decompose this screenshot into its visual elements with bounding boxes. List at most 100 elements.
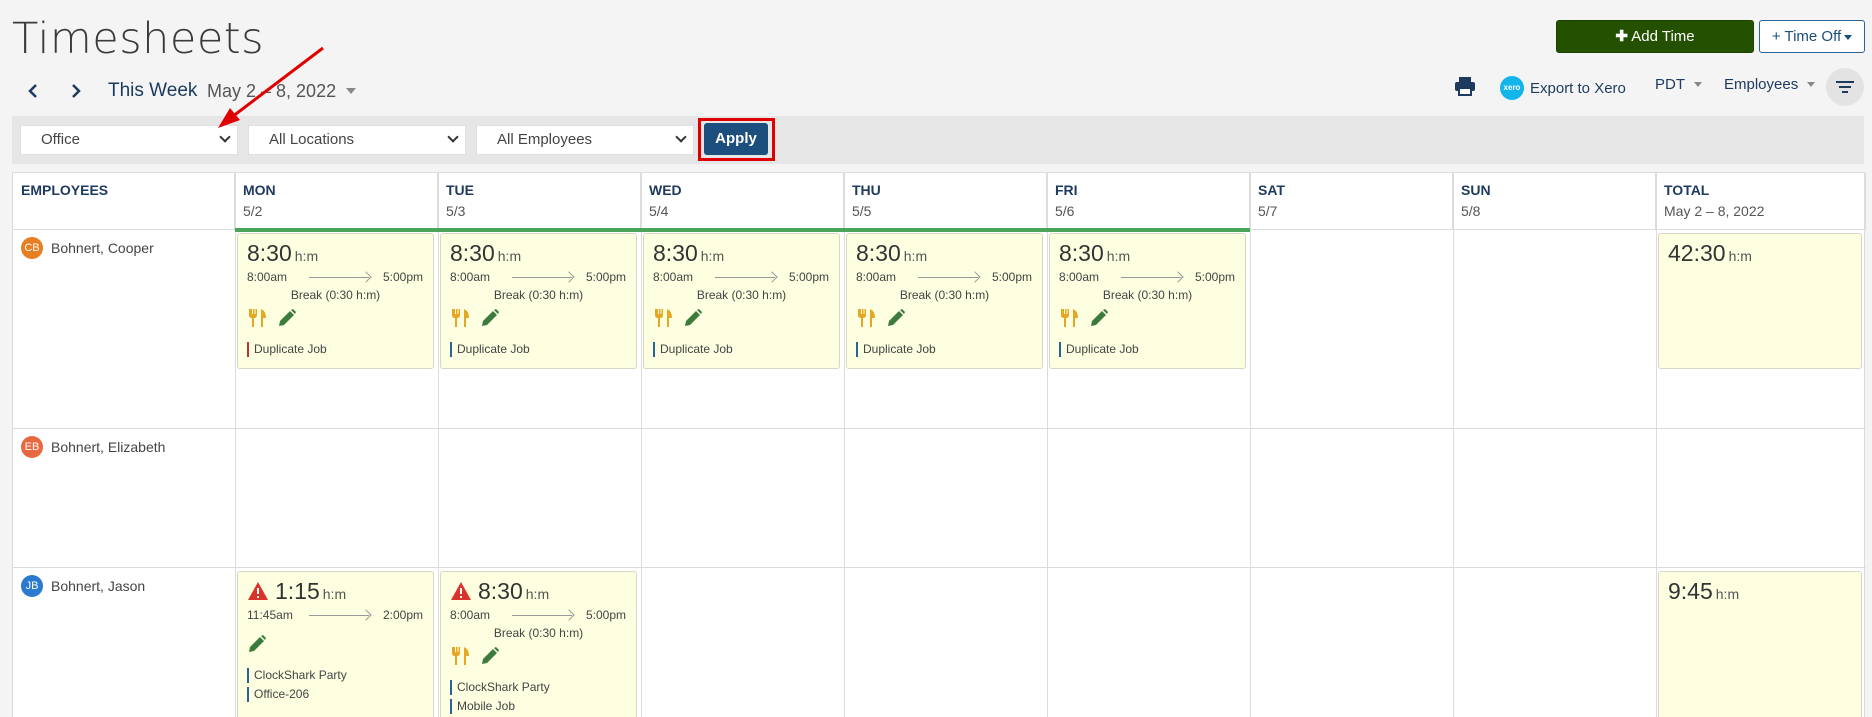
entry-actions (856, 308, 906, 328)
arrow-right-icon (309, 615, 369, 616)
employee-name[interactable]: JB Bohnert, Jason (21, 575, 145, 597)
entry-job-tag: Duplicate Job (450, 342, 530, 357)
total-hours-unit: h:m (1728, 248, 1752, 264)
edit-pencil-icon[interactable] (480, 646, 500, 666)
entry-hours: 8:30 h:m (1059, 240, 1130, 267)
entry-time-range: 8:00am 5:00pm (653, 270, 829, 284)
entry-end-time: 5:00pm (382, 270, 423, 284)
arrow-right-icon (918, 277, 978, 278)
weekday-indicator (1047, 228, 1250, 232)
caret-down-icon (1844, 34, 1853, 40)
next-week-button[interactable] (63, 78, 89, 104)
arrow-right-icon (512, 615, 572, 616)
column-day-name: SAT (1258, 182, 1285, 198)
entry-end-time: 5:00pm (788, 270, 829, 284)
edit-pencil-icon[interactable] (683, 308, 703, 328)
entry-time-range: 11:45am 2:00pm (247, 608, 423, 622)
entry-time-range: 8:00am 5:00pm (247, 270, 423, 284)
add-time-button[interactable]: ✚ Add Time (1556, 20, 1754, 53)
entry-actions (653, 308, 703, 328)
time-off-button[interactable]: + Time Off (1759, 20, 1865, 53)
prev-week-button[interactable] (20, 78, 46, 104)
timesheet-entry-card[interactable]: 8:30 h:m 8:00am 5:00pm Break (0:30 h:m) Dupli… (1049, 233, 1246, 369)
edit-pencil-icon[interactable] (480, 308, 500, 328)
employees-select[interactable]: All Employees (476, 125, 694, 155)
row-divider (13, 428, 1866, 429)
column-header-total: TOTAL May 2 – 8, 2022 (1656, 173, 1866, 229)
timezone-label: PDT (1655, 76, 1685, 93)
employees-select-value: All Employees (497, 131, 593, 148)
meal-break-icon (452, 647, 469, 665)
timesheet-entry-card[interactable]: 8:30 h:m 8:00am 5:00pm Break (0:30 h:m) Dupli… (846, 233, 1043, 369)
edit-pencil-icon[interactable] (247, 634, 267, 654)
meal-break-icon (655, 309, 672, 327)
entry-hours-value: 8:30 (653, 240, 698, 266)
total-hours-value: 9:45 (1668, 578, 1713, 604)
timesheet-entry-card[interactable]: 1:15 h:m 11:45am 2:00pm ClockShark Party Offi… (237, 571, 434, 717)
entry-hours-value: 8:30 (1059, 240, 1104, 266)
entry-actions (450, 308, 500, 328)
column-date: May 2 – 8, 2022 (1664, 203, 1765, 219)
edit-pencil-icon[interactable] (886, 308, 906, 328)
avatar: CB (21, 237, 43, 259)
employees-dropdown[interactable]: Employees (1724, 76, 1816, 93)
timesheet-entry-card[interactable]: 8:30 h:m 8:00am 5:00pm Break (0:30 h:m) Dupli… (440, 233, 637, 369)
add-time-label: Add Time (1631, 28, 1695, 45)
entry-job-tag: Office-206 (247, 687, 309, 702)
avatar: EB (21, 436, 43, 458)
entry-hours-unit: h:m (1106, 248, 1131, 264)
timesheet-entry-card[interactable]: 8:30 h:m 8:00am 5:00pm Break (0:30 h:m) Dupli… (237, 233, 434, 369)
apply-button[interactable]: Apply (704, 123, 768, 155)
entry-start-time: 11:45am (247, 608, 293, 622)
entry-time-range: 8:00am 5:00pm (450, 270, 626, 284)
column-header-mon: MON 5/2 (235, 173, 438, 229)
column-header-sun: SUN 5/8 (1453, 173, 1656, 229)
export-to-xero-button[interactable]: xero Export to Xero (1500, 76, 1626, 100)
entry-actions (247, 308, 297, 328)
chevron-down-icon (447, 131, 459, 143)
entry-hours-unit: h:m (294, 248, 319, 264)
entry-break: Break (0:30 h:m) (899, 288, 990, 302)
entry-job-tag: Duplicate Job (856, 342, 936, 357)
timesheet-entry-card[interactable]: 8:30 h:m 8:00am 5:00pm Break (0:30 h:m) Clock… (440, 571, 637, 717)
entry-start-time: 8:00am (247, 270, 288, 284)
column-divider (235, 173, 236, 717)
entry-break: Break (0:30 h:m) (1102, 288, 1193, 302)
timezone-dropdown[interactable]: PDT (1655, 76, 1702, 93)
print-icon (1455, 77, 1475, 96)
arrow-right-icon (309, 277, 369, 278)
column-date: 5/2 (243, 203, 263, 219)
employee-name[interactable]: EB Bohnert, Elizabeth (21, 436, 165, 458)
column-header-sat: SAT 5/7 (1250, 173, 1453, 229)
entry-start-time: 8:00am (450, 608, 491, 622)
group-select[interactable]: Office (20, 125, 238, 155)
entry-hours-value: 8:30 (247, 240, 292, 266)
entry-job-tag: Duplicate Job (653, 342, 733, 357)
entry-start-time: 8:00am (653, 270, 694, 284)
total-hours-unit: h:m (1715, 586, 1740, 602)
edit-pencil-icon[interactable] (1089, 308, 1109, 328)
print-button[interactable] (1454, 76, 1476, 96)
entry-end-time: 2:00pm (382, 608, 423, 622)
entry-job-tag: Duplicate Job (247, 342, 327, 357)
column-date: 5/8 (1461, 203, 1481, 219)
timesheet-grid: EMPLOYEES MON 5/2 TUE 5/3 WED 5/4 THU 5/5 FRI 5/6 S… (12, 172, 1866, 717)
weekday-indicator (844, 228, 1047, 232)
column-date: 5/5 (852, 203, 872, 219)
edit-pencil-icon[interactable] (277, 308, 297, 328)
column-header-tue: TUE 5/3 (438, 173, 641, 229)
employee-name-label: Bohnert, Jason (51, 578, 146, 594)
column-divider (1250, 173, 1251, 717)
total-hours: 9:45 h:m (1668, 578, 1739, 605)
entry-actions (450, 646, 500, 666)
timesheet-entry-card[interactable]: 8:30 h:m 8:00am 5:00pm Break (0:30 h:m) Dupli… (643, 233, 840, 369)
export-label: Export to Xero (1530, 79, 1626, 97)
filter-button[interactable] (1826, 68, 1864, 106)
entry-hours: 8:30 h:m (247, 240, 318, 267)
entry-hours-unit: h:m (525, 586, 550, 602)
employee-name[interactable]: CB Bohnert, Cooper (21, 237, 154, 259)
column-day-name: TOTAL (1664, 182, 1710, 198)
arrow-right-icon (512, 277, 572, 278)
date-range-caret-icon[interactable] (346, 88, 356, 94)
week-label[interactable]: This Week (108, 80, 197, 102)
